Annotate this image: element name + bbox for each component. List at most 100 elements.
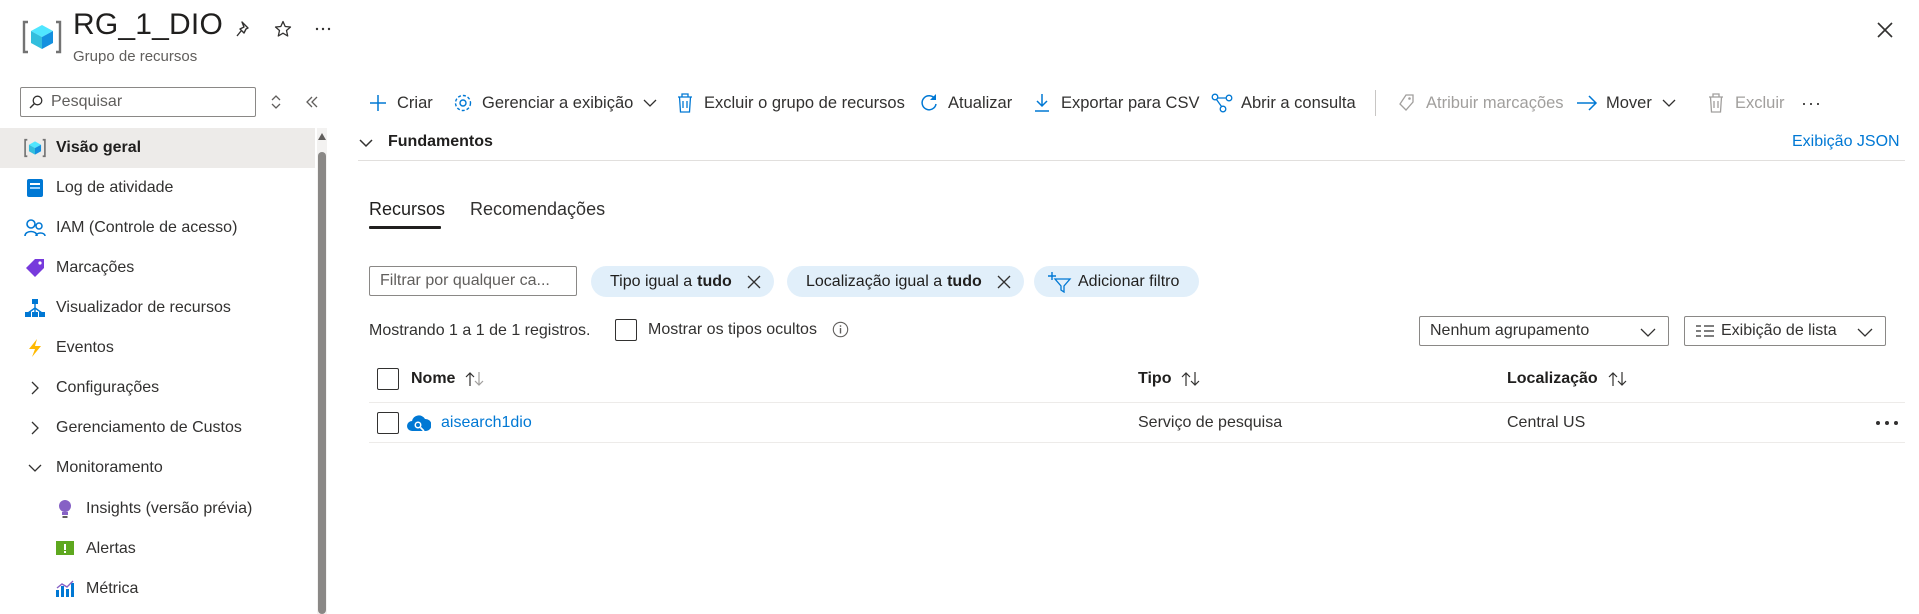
sidebar-item-monitoring[interactable]: Monitoramento: [0, 448, 315, 488]
filter-input[interactable]: [369, 266, 577, 296]
open-query-button[interactable]: Abrir a consulta: [1211, 88, 1356, 118]
sidebar-item-label: Alertas: [86, 540, 136, 557]
sidebar-item-label: Eventos: [56, 339, 114, 356]
row-more-icon[interactable]: [1874, 414, 1900, 432]
alert-icon: [54, 538, 76, 560]
close-icon[interactable]: [746, 274, 762, 290]
filter-pill-type[interactable]: Tipo igual a tudo: [591, 266, 774, 297]
delete-button[interactable]: Excluir: [1705, 88, 1785, 118]
sidebar-item-overview[interactable]: Visão geral: [0, 128, 315, 168]
sidebar-scrollbar[interactable]: [317, 128, 327, 614]
pin-icon[interactable]: [231, 16, 257, 42]
column-header-location[interactable]: Localização: [1507, 370, 1628, 388]
view-value: Exibição de lista: [1721, 322, 1837, 339]
sidebar-item-metrics[interactable]: Métrica: [0, 569, 315, 609]
manage-view-label: Gerenciar a exibição: [482, 93, 634, 112]
chevron-down-icon: [1662, 98, 1676, 108]
export-csv-button[interactable]: Exportar para CSV: [1031, 88, 1199, 118]
add-filter-icon: [1048, 271, 1072, 293]
resource-visualizer-icon: [24, 297, 46, 319]
sidebar-item-label: Configurações: [56, 379, 160, 396]
column-label: Tipo: [1138, 370, 1172, 387]
add-filter-button[interactable]: Adicionar filtro: [1034, 266, 1200, 297]
view-dropdown[interactable]: Exibição de lista: [1684, 316, 1886, 346]
scroll-up-icon[interactable]: [317, 132, 327, 142]
essentials-toggle[interactable]: Fundamentos: [388, 133, 493, 151]
collapse-icon[interactable]: [302, 92, 322, 112]
sidebar-item-settings[interactable]: Configurações: [0, 368, 315, 408]
assign-tags-button[interactable]: Atribuir marcações: [1396, 88, 1564, 118]
tag-icon: [24, 257, 46, 279]
create-button[interactable]: Criar: [367, 88, 433, 118]
resource-name-link[interactable]: aisearch1dio: [441, 414, 532, 432]
arrow-right-icon: [1576, 92, 1598, 114]
manage-view-button[interactable]: Gerenciar a exibição: [452, 88, 657, 118]
page-title: RG_1_DIO: [73, 8, 223, 41]
info-icon[interactable]: [832, 321, 849, 338]
query-icon: [1211, 92, 1233, 114]
chevron-down-icon: [24, 457, 46, 479]
tab-resources[interactable]: Recursos: [369, 199, 445, 220]
sidebar-item-label: Métrica: [86, 580, 139, 597]
add-filter-label: Adicionar filtro: [1078, 272, 1180, 290]
close-icon[interactable]: [1871, 16, 1899, 44]
star-icon[interactable]: [270, 16, 296, 42]
filter-pill-location[interactable]: Localização igual a tudo: [787, 266, 1024, 297]
pill-prefix: Tipo igual a: [610, 272, 693, 290]
sidebar-item-cost-management[interactable]: Gerenciamento de Custos: [0, 408, 315, 448]
create-label: Criar: [397, 93, 433, 112]
move-label: Mover: [1606, 93, 1652, 112]
sidebar-item-tags[interactable]: Marcações: [0, 248, 315, 288]
pill-prefix: Localização igual a: [806, 272, 943, 290]
show-hidden-checkbox[interactable]: [615, 319, 637, 341]
grouping-value: Nenhum agrupamento: [1430, 322, 1590, 339]
sidebar-item-activity-log[interactable]: Log de atividade: [0, 168, 315, 208]
iam-icon: [24, 217, 46, 239]
select-all-checkbox[interactable]: [377, 368, 399, 390]
sidebar-item-insights[interactable]: Insights (versão prévia): [0, 489, 315, 529]
tab-active-underline: [369, 226, 441, 229]
delete-group-button[interactable]: Excluir o grupo de recursos: [674, 88, 905, 118]
chevron-down-icon: [1857, 328, 1873, 337]
scrollbar-thumb[interactable]: [318, 152, 326, 614]
toolbar-divider: [1375, 90, 1376, 116]
sidebar-search[interactable]: [20, 87, 256, 117]
sidebar-item-resource-visualizer[interactable]: Visualizador de recursos: [0, 288, 315, 328]
column-header-name[interactable]: Nome: [411, 370, 485, 388]
column-header-type[interactable]: Tipo: [1138, 370, 1201, 388]
row-checkbox[interactable]: [377, 412, 399, 434]
pill-value: tudo: [697, 272, 732, 290]
sidebar-item-iam[interactable]: IAM (Controle de acesso): [0, 208, 315, 248]
trash-icon: [1705, 92, 1727, 114]
sidebar-item-events[interactable]: Eventos: [0, 328, 315, 368]
sidebar-item-label: Monitoramento: [56, 459, 163, 476]
json-view-link[interactable]: Exibição JSON: [1792, 133, 1900, 151]
grouping-dropdown[interactable]: Nenhum agrupamento: [1419, 316, 1669, 346]
search-input[interactable]: [49, 92, 239, 112]
metric-icon: [54, 578, 76, 600]
activity-log-icon: [24, 177, 46, 199]
lightning-icon: [24, 337, 46, 359]
export-csv-label: Exportar para CSV: [1061, 93, 1200, 112]
resource-type: Serviço de pesquisa: [1138, 414, 1283, 431]
sort-icon: [1608, 372, 1627, 386]
sidebar-item-alerts[interactable]: Alertas: [0, 529, 315, 569]
refresh-button[interactable]: Atualizar: [918, 88, 1012, 118]
delete-group-label: Excluir o grupo de recursos: [704, 93, 905, 112]
column-label: Nome: [411, 370, 456, 387]
trash-icon: [674, 92, 696, 114]
toolbar-more-button[interactable]: ···: [1801, 88, 1822, 118]
column-label: Localização: [1507, 370, 1598, 387]
move-button[interactable]: Mover: [1576, 88, 1676, 118]
tab-recommendations[interactable]: Recomendações: [470, 199, 605, 220]
chevron-down-icon: [643, 98, 657, 108]
more-icon[interactable]: [310, 16, 336, 42]
sidebar-item-label: Visualizador de recursos: [56, 299, 231, 316]
sidebar-item-label: IAM (Controle de acesso): [56, 219, 238, 236]
chevron-down-icon[interactable]: [358, 135, 374, 151]
sort-icon: [1182, 372, 1200, 386]
plus-icon: [367, 92, 389, 114]
sort-icon[interactable]: [266, 92, 286, 112]
sidebar-item-label: Gerenciamento de Custos: [56, 419, 242, 436]
close-icon[interactable]: [996, 274, 1012, 290]
